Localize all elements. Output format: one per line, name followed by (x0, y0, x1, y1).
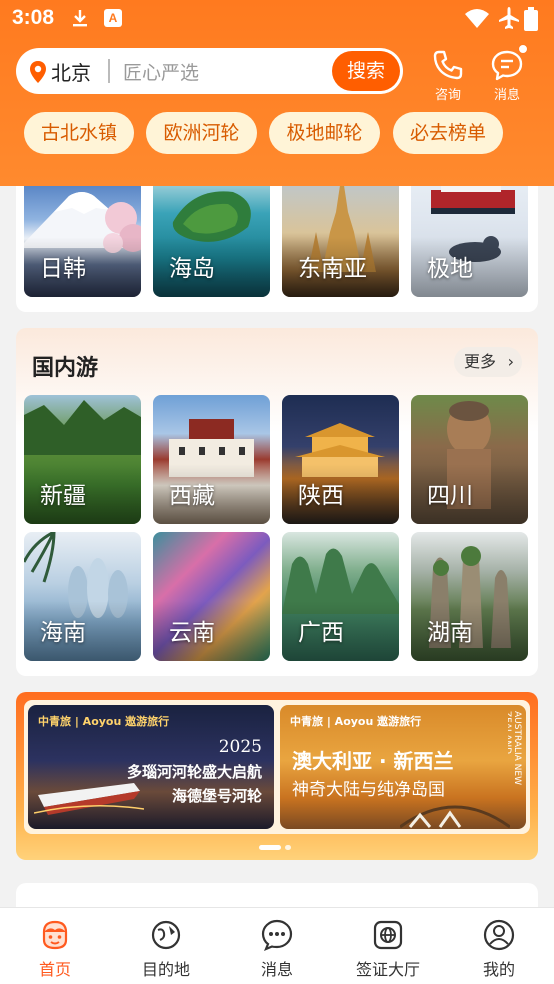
tile-label: 四川 (427, 483, 473, 509)
carousel-dot (285, 845, 291, 850)
nav-label: 目的地 (141, 960, 190, 979)
tile-label: 海岛 (169, 256, 215, 282)
unread-badge (518, 44, 528, 54)
status-bar: 3:08 A (0, 0, 554, 38)
quick-tag[interactable]: 极地邮轮 (269, 112, 380, 154)
nav-messages[interactable]: 消息 (237, 918, 317, 980)
tile-label: 东南亚 (298, 256, 367, 282)
tile-label: 新疆 (40, 483, 86, 509)
destination-tile-southeast-asia[interactable]: 东南亚 (282, 168, 399, 297)
domestic-tile-shaanxi[interactable]: 陕西 (282, 395, 399, 524)
banner-year: 2025 (218, 737, 262, 757)
destination-icon (151, 920, 181, 950)
city-selector[interactable]: 北京 (51, 57, 91, 86)
banner-title: 澳大利亚 · 新西兰 (292, 749, 454, 773)
banner-subtitle: 海德堡号河轮 (171, 787, 262, 805)
carousel-dot-active (259, 845, 281, 850)
tile-label: 日韩 (40, 256, 86, 282)
nav-visa-hall[interactable]: 签证大厅 (348, 918, 428, 980)
tile-label: 云南 (169, 620, 215, 646)
domestic-tile-sichuan[interactable]: 四川 (411, 395, 528, 524)
nav-label: 我的 (482, 960, 515, 979)
destination-tile-polar[interactable]: 极地 (411, 168, 528, 297)
visa-globe-icon (373, 920, 403, 950)
domestic-tile-guangxi[interactable]: 广西 (282, 532, 399, 661)
domestic-tile-hainan[interactable]: 海南 (24, 532, 141, 661)
more-label: 更多 (464, 352, 497, 371)
quick-tag[interactable]: 欧洲河轮 (146, 112, 257, 154)
nav-label: 签证大厅 (355, 960, 420, 979)
app-header: 3:08 A 北京 匠心严选 搜索 咨询 消息 古北水镇 欧洲河轮 极地邮轮 必… (0, 0, 554, 186)
banner-australia-newzealand[interactable]: 中青旅 | Aoyou 遨游旅行 澳大利亚 · 新西兰 神奇大陆与纯净岛国 AU… (280, 705, 526, 829)
search-bar[interactable]: 北京 匠心严选 搜索 (16, 48, 403, 94)
banner-frame: 中青旅 | Aoyou 遨游旅行 2025 多瑙河河轮盛大启航 海德堡号河轮 中… (24, 700, 530, 834)
tile-label: 海南 (40, 620, 86, 646)
consult-button[interactable]: 咨询 (423, 48, 473, 103)
tile-label: 广西 (298, 620, 344, 646)
nav-label: 首页 (38, 960, 71, 979)
download-icon (73, 10, 87, 27)
home-face-icon (42, 920, 68, 950)
location-pin-icon (30, 61, 46, 83)
bottom-navigation: 首页 目的地 消息 签证大厅 我的 (0, 907, 554, 984)
more-button[interactable]: 更多 › (454, 347, 522, 377)
search-divider (108, 59, 110, 83)
nav-profile[interactable]: 我的 (459, 918, 539, 980)
status-time: 3:08 (12, 6, 55, 29)
search-button[interactable]: 搜索 (332, 51, 400, 91)
consult-label: 咨询 (434, 88, 461, 103)
search-input[interactable]: 匠心严选 (123, 58, 199, 85)
messages-button[interactable]: 消息 (482, 44, 532, 103)
destination-tile-islands[interactable]: 海岛 (153, 168, 270, 297)
tile-label: 陕西 (298, 483, 344, 509)
section-title: 国内游 (32, 356, 99, 381)
promo-banner-carousel[interactable]: 中青旅 | Aoyou 遨游旅行 2025 多瑙河河轮盛大启航 海德堡号河轮 中… (16, 692, 538, 860)
domestic-tile-hunan[interactable]: 湖南 (411, 532, 528, 661)
domestic-tile-xinjiang[interactable]: 新疆 (24, 395, 141, 524)
banner-brand: 中青旅 | Aoyou 遨游旅行 (38, 715, 170, 728)
banner-title: 多瑙河河轮盛大启航 (126, 763, 262, 781)
carousel-indicator (259, 837, 295, 856)
app-notification-icon: A (104, 9, 122, 27)
domestic-tile-tibet[interactable]: 西藏 (153, 395, 270, 524)
tile-label: 湖南 (427, 620, 473, 646)
profile-icon (483, 919, 515, 951)
domestic-tile-yunnan[interactable]: 云南 (153, 532, 270, 661)
quick-tag[interactable]: 古北水镇 (24, 112, 134, 154)
messages-label: 消息 (493, 88, 520, 103)
chevron-right-icon: › (507, 352, 514, 371)
banner-side-text: AUSTRALIA NEW ZEALAND (508, 711, 522, 786)
destination-tile-japan-korea[interactable]: 日韩 (24, 168, 141, 297)
airplane-mode-icon (499, 7, 519, 29)
chat-bubble-icon (261, 919, 293, 952)
battery-icon (524, 7, 538, 31)
banner-brand: 中青旅 | Aoyou 遨游旅行 (290, 715, 422, 728)
banner-danube-cruise[interactable]: 中青旅 | Aoyou 遨游旅行 2025 多瑙河河轮盛大启航 海德堡号河轮 (28, 705, 274, 829)
phone-icon (433, 50, 463, 80)
nav-label: 消息 (260, 960, 293, 979)
message-icon (491, 50, 523, 81)
tile-label: 极地 (427, 256, 473, 282)
quick-tag[interactable]: 必去榜单 (393, 112, 503, 154)
nav-home[interactable]: 首页 (15, 918, 95, 980)
nav-destination[interactable]: 目的地 (126, 918, 206, 980)
tile-label: 西藏 (169, 483, 215, 509)
domestic-tours-card: 国内游 更多 › 新疆 西藏 陕西 四川 海南 云南 广西 湖南 (16, 328, 538, 676)
wifi-icon (465, 9, 489, 28)
